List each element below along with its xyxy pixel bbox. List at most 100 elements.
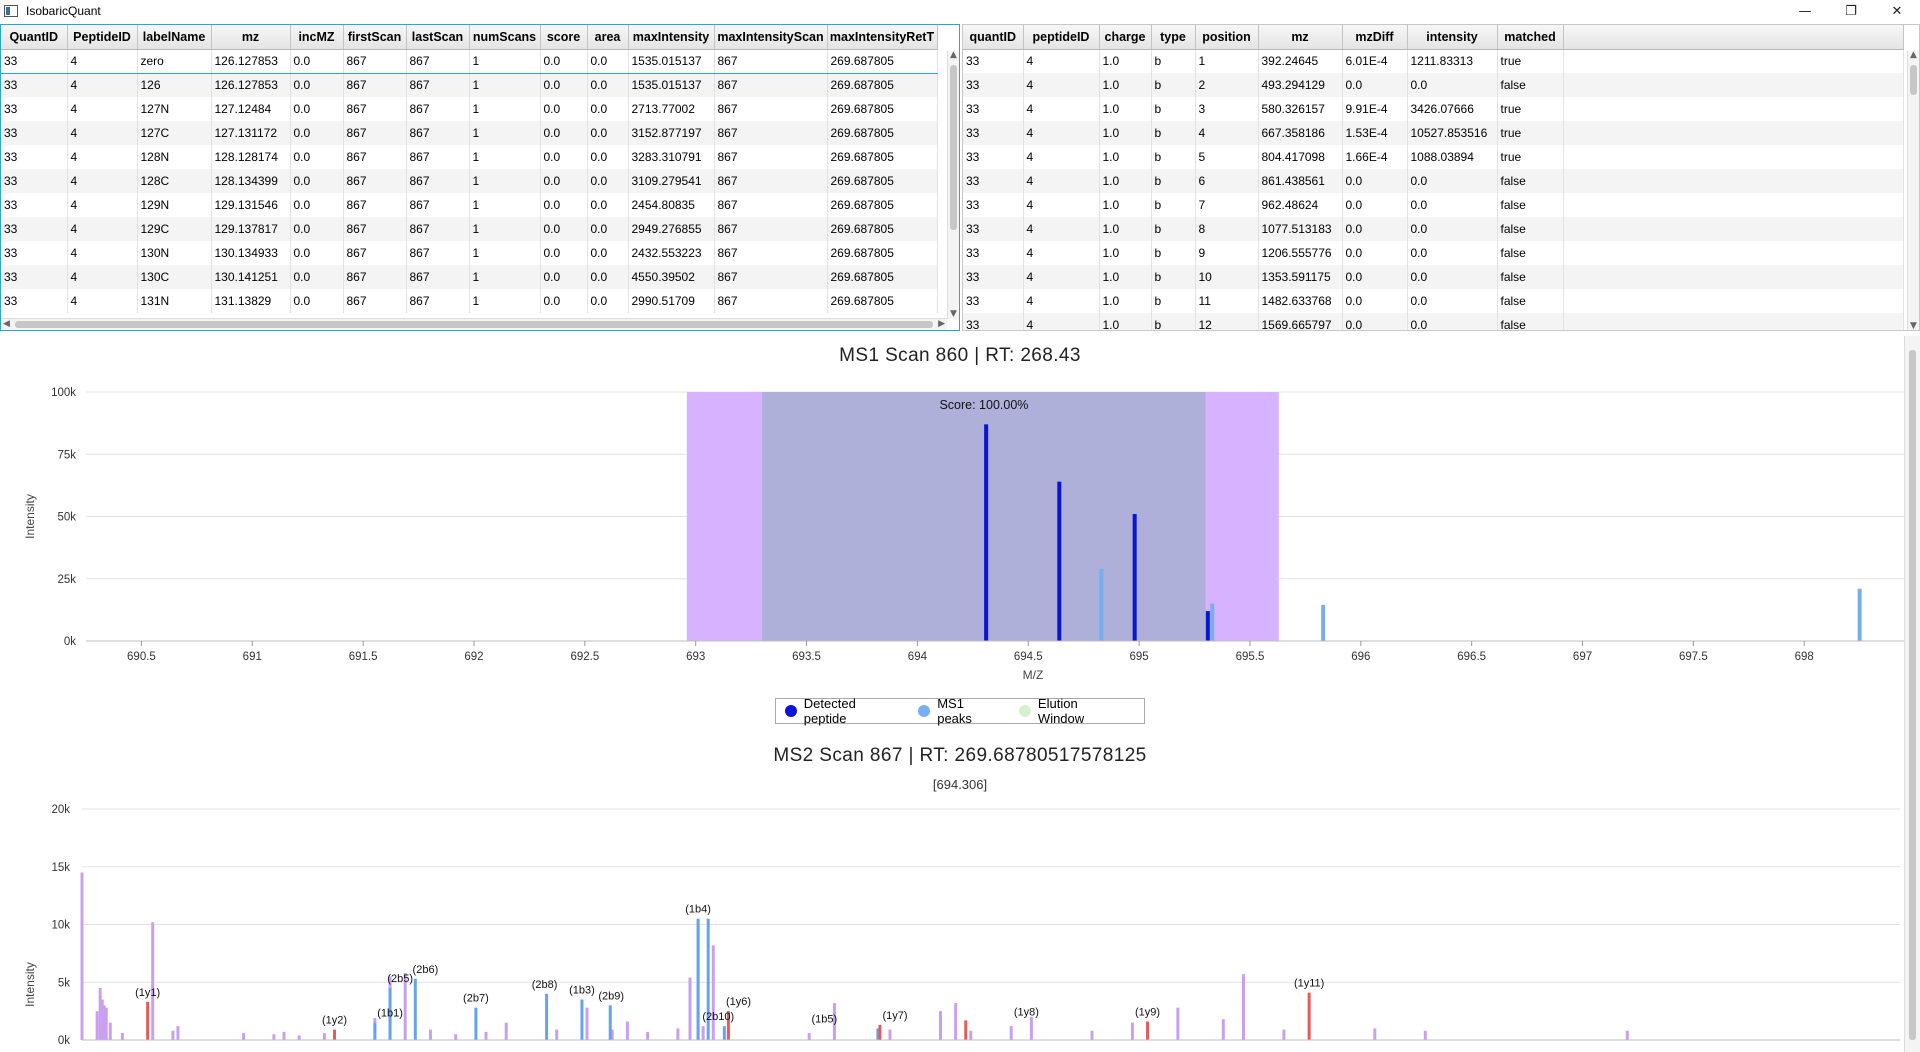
col-header[interactable]: firstScan xyxy=(343,25,407,50)
close-button[interactable]: ✕ xyxy=(1874,0,1920,22)
fragment-table[interactable]: quantID peptideID charge type position m… xyxy=(962,24,1920,331)
table-cell: 0.0 xyxy=(540,48,588,74)
table-row[interactable]: 33 4 1.0 b 4 667.358186 1.53E-4 10527.853516 tru… xyxy=(963,121,1904,145)
table-cell: 1.0 xyxy=(1099,49,1152,73)
table-cell: 0.0 xyxy=(540,193,588,217)
table-row[interactable]: 33 4 127C 127.131172 0.0 867 867 1 0.0 0.0 3152.87… xyxy=(1,121,938,145)
table-cell: 867 xyxy=(406,73,470,97)
table-row[interactable]: 33 4 1.0 b 1 392.24645 6.01E-4 1211.83313 true xyxy=(963,49,1904,73)
table-row[interactable]: 33 4 1.0 b 6 861.438561 0.0 0.0 false xyxy=(963,169,1904,193)
legend-item-detected[interactable]: Detected peptide xyxy=(785,696,900,726)
table-cell: 131.13829 xyxy=(211,289,291,313)
scroll-thumb[interactable] xyxy=(1909,350,1916,1040)
col-header[interactable]: lastScan xyxy=(406,25,470,50)
col-header[interactable]: mz xyxy=(211,25,291,50)
restore-button[interactable]: ❐ xyxy=(1828,0,1874,22)
ms1-chart[interactable]: 0k 25k 50k 75k 100k Score: 100.00% 690.5 691 691… xyxy=(0,370,1920,715)
detected-peak-bar xyxy=(984,424,989,641)
scroll-up-icon[interactable]: ▲ xyxy=(950,50,957,60)
scroll-right-icon[interactable]: ▶ xyxy=(938,319,945,329)
table-cell: 867 xyxy=(714,289,828,313)
table-cell: 7 xyxy=(1195,193,1259,217)
table-cell: b xyxy=(1151,193,1196,217)
table-row[interactable]: 33 4 1.0 b 8 1077.513183 0.0 0.0 false xyxy=(963,217,1904,241)
table-row[interactable]: 33 4 129C 129.137817 0.0 867 867 1 0.0 0.0 2949.27… xyxy=(1,217,938,241)
table-cell: false xyxy=(1497,193,1564,217)
table-row[interactable]: 33 4 zero 126.127853 0.0 867 867 1 0.0 0.0 1535.01… xyxy=(1,48,938,74)
legend-item-elution[interactable]: Elution Window xyxy=(1019,696,1126,726)
col-header[interactable]: mzDiff xyxy=(1342,25,1408,50)
table-row[interactable]: 33 4 131N 131.13829 0.0 867 867 1 0.0 0.0 2990.517… xyxy=(1,289,938,313)
table-cell: 33 xyxy=(963,121,1024,145)
col-header[interactable]: position xyxy=(1195,25,1259,50)
fragment-table-vscrollbar[interactable]: ▲ ▼ xyxy=(1907,50,1919,330)
table-cell: 1569.665797 xyxy=(1258,313,1343,330)
col-header[interactable]: maxIntensityScan xyxy=(714,25,828,50)
scroll-left-icon[interactable]: ◀ xyxy=(3,319,10,329)
x-tick-label: 693 xyxy=(686,651,705,663)
table-row[interactable]: 33 4 1.0 b 10 1353.591175 0.0 0.0 false xyxy=(963,265,1904,289)
col-header[interactable]: incMZ xyxy=(290,25,344,50)
table-row[interactable]: 33 4 129N 129.131546 0.0 867 867 1 0.0 0.0 2454.80… xyxy=(1,193,938,217)
table-cell: 4 xyxy=(67,241,138,265)
table-row[interactable]: 33 4 127N 127.12484 0.0 867 867 1 0.0 0.0 2713.770… xyxy=(1,97,938,121)
scroll-thumb[interactable] xyxy=(1910,65,1917,95)
col-header[interactable]: numScans xyxy=(469,25,541,50)
table-row[interactable]: 33 4 130C 130.141251 0.0 867 867 1 0.0 0.0 4550.39… xyxy=(1,265,938,289)
table-cell-filler xyxy=(1563,289,1904,313)
col-header[interactable]: score xyxy=(540,25,588,50)
table-cell: 4 xyxy=(67,73,138,97)
ms2-chart[interactable]: 0k 5k 10k 15k 20k (1y1) (1y2) (1b1) (2b5)(2b6) (2… xyxy=(0,792,1904,1052)
table-row[interactable]: 33 4 1.0 b 11 1482.633768 0.0 0.0 false xyxy=(963,289,1904,313)
col-header[interactable]: maxIntensity xyxy=(628,25,715,50)
ms1-chart-title: MS1 Scan 860 | RT: 268.43 xyxy=(839,345,1081,366)
table-cell: 33 xyxy=(1,241,68,265)
table-row[interactable]: 33 4 1.0 b 5 804.417098 1.66E-4 1088.03894 true xyxy=(963,145,1904,169)
table-cell: 867 xyxy=(406,145,470,169)
quant-table-vscrollbar[interactable]: ▲ ▼ xyxy=(947,50,959,319)
table-row[interactable]: 33 4 128N 128.128174 0.0 867 867 1 0.0 0.0 3283.31… xyxy=(1,145,938,169)
col-header[interactable]: peptideID xyxy=(1023,25,1100,50)
scroll-up-icon[interactable]: ▲ xyxy=(1910,50,1917,60)
col-header[interactable]: maxIntensityRetT xyxy=(827,25,938,50)
table-cell-filler xyxy=(1563,193,1904,217)
ion-annotation-label: (2b7) xyxy=(463,993,489,1005)
table-cell: 33 xyxy=(963,145,1024,169)
col-header[interactable]: QuantID xyxy=(1,25,68,50)
col-header[interactable]: labelName xyxy=(137,25,212,50)
col-header[interactable]: charge xyxy=(1099,25,1152,50)
table-cell: 33 xyxy=(1,193,68,217)
legend-item-ms1[interactable]: MS1 peaks xyxy=(918,696,1001,726)
quant-table-hscrollbar[interactable]: ◀ ▶ xyxy=(1,318,947,330)
col-header[interactable]: matched xyxy=(1497,25,1564,50)
col-header[interactable]: PeptideID xyxy=(67,25,138,50)
table-row[interactable]: 33 4 1.0 b 2 493.294129 0.0 0.0 false xyxy=(963,73,1904,97)
col-header[interactable]: mz xyxy=(1258,25,1343,50)
table-row[interactable]: 33 4 126 126.127853 0.0 867 867 1 0.0 0.0 1535.015… xyxy=(1,73,938,97)
page-vscrollbar[interactable] xyxy=(1904,336,1920,1052)
scroll-down-icon[interactable]: ▼ xyxy=(950,309,957,319)
quant-table[interactable]: QuantID PeptideID labelName mz incMZ fir… xyxy=(0,24,960,331)
scroll-down-icon[interactable]: ▼ xyxy=(1910,321,1917,330)
table-row[interactable]: 33 4 1.0 b 9 1206.555776 0.0 0.0 false xyxy=(963,241,1904,265)
table-row[interactable]: 33 4 1.0 b 12 1569.665797 0.0 0.0 false xyxy=(963,313,1904,330)
ms2-chart-subtitle: [694.306] xyxy=(932,777,988,792)
table-cell: 9 xyxy=(1195,241,1259,265)
table-row[interactable]: 33 4 1.0 b 7 962.48624 0.0 0.0 false xyxy=(963,193,1904,217)
scroll-thumb[interactable] xyxy=(950,65,957,230)
minimize-button[interactable]: — xyxy=(1782,0,1828,22)
table-row[interactable]: 33 4 1.0 b 3 580.326157 9.91E-4 3426.07666 true xyxy=(963,97,1904,121)
col-header[interactable]: area xyxy=(587,25,629,50)
ms1-peak-bar xyxy=(1099,568,1104,641)
table-cell: 1 xyxy=(469,241,541,265)
col-header[interactable]: type xyxy=(1151,25,1196,50)
table-row[interactable]: 33 4 130N 130.134933 0.0 867 867 1 0.0 0.0 2432.55… xyxy=(1,241,938,265)
col-header[interactable]: quantID xyxy=(963,25,1024,50)
table-row[interactable]: 33 4 128C 128.134399 0.0 867 867 1 0.0 0.0 3109.27… xyxy=(1,169,938,193)
table-cell: 0.0 xyxy=(1342,313,1408,330)
scroll-thumb[interactable] xyxy=(15,321,933,328)
table-cell: 0.0 xyxy=(587,97,629,121)
col-header[interactable]: intensity xyxy=(1407,25,1498,50)
table-cell: 867 xyxy=(714,121,828,145)
table-cell-filler xyxy=(1563,73,1904,97)
